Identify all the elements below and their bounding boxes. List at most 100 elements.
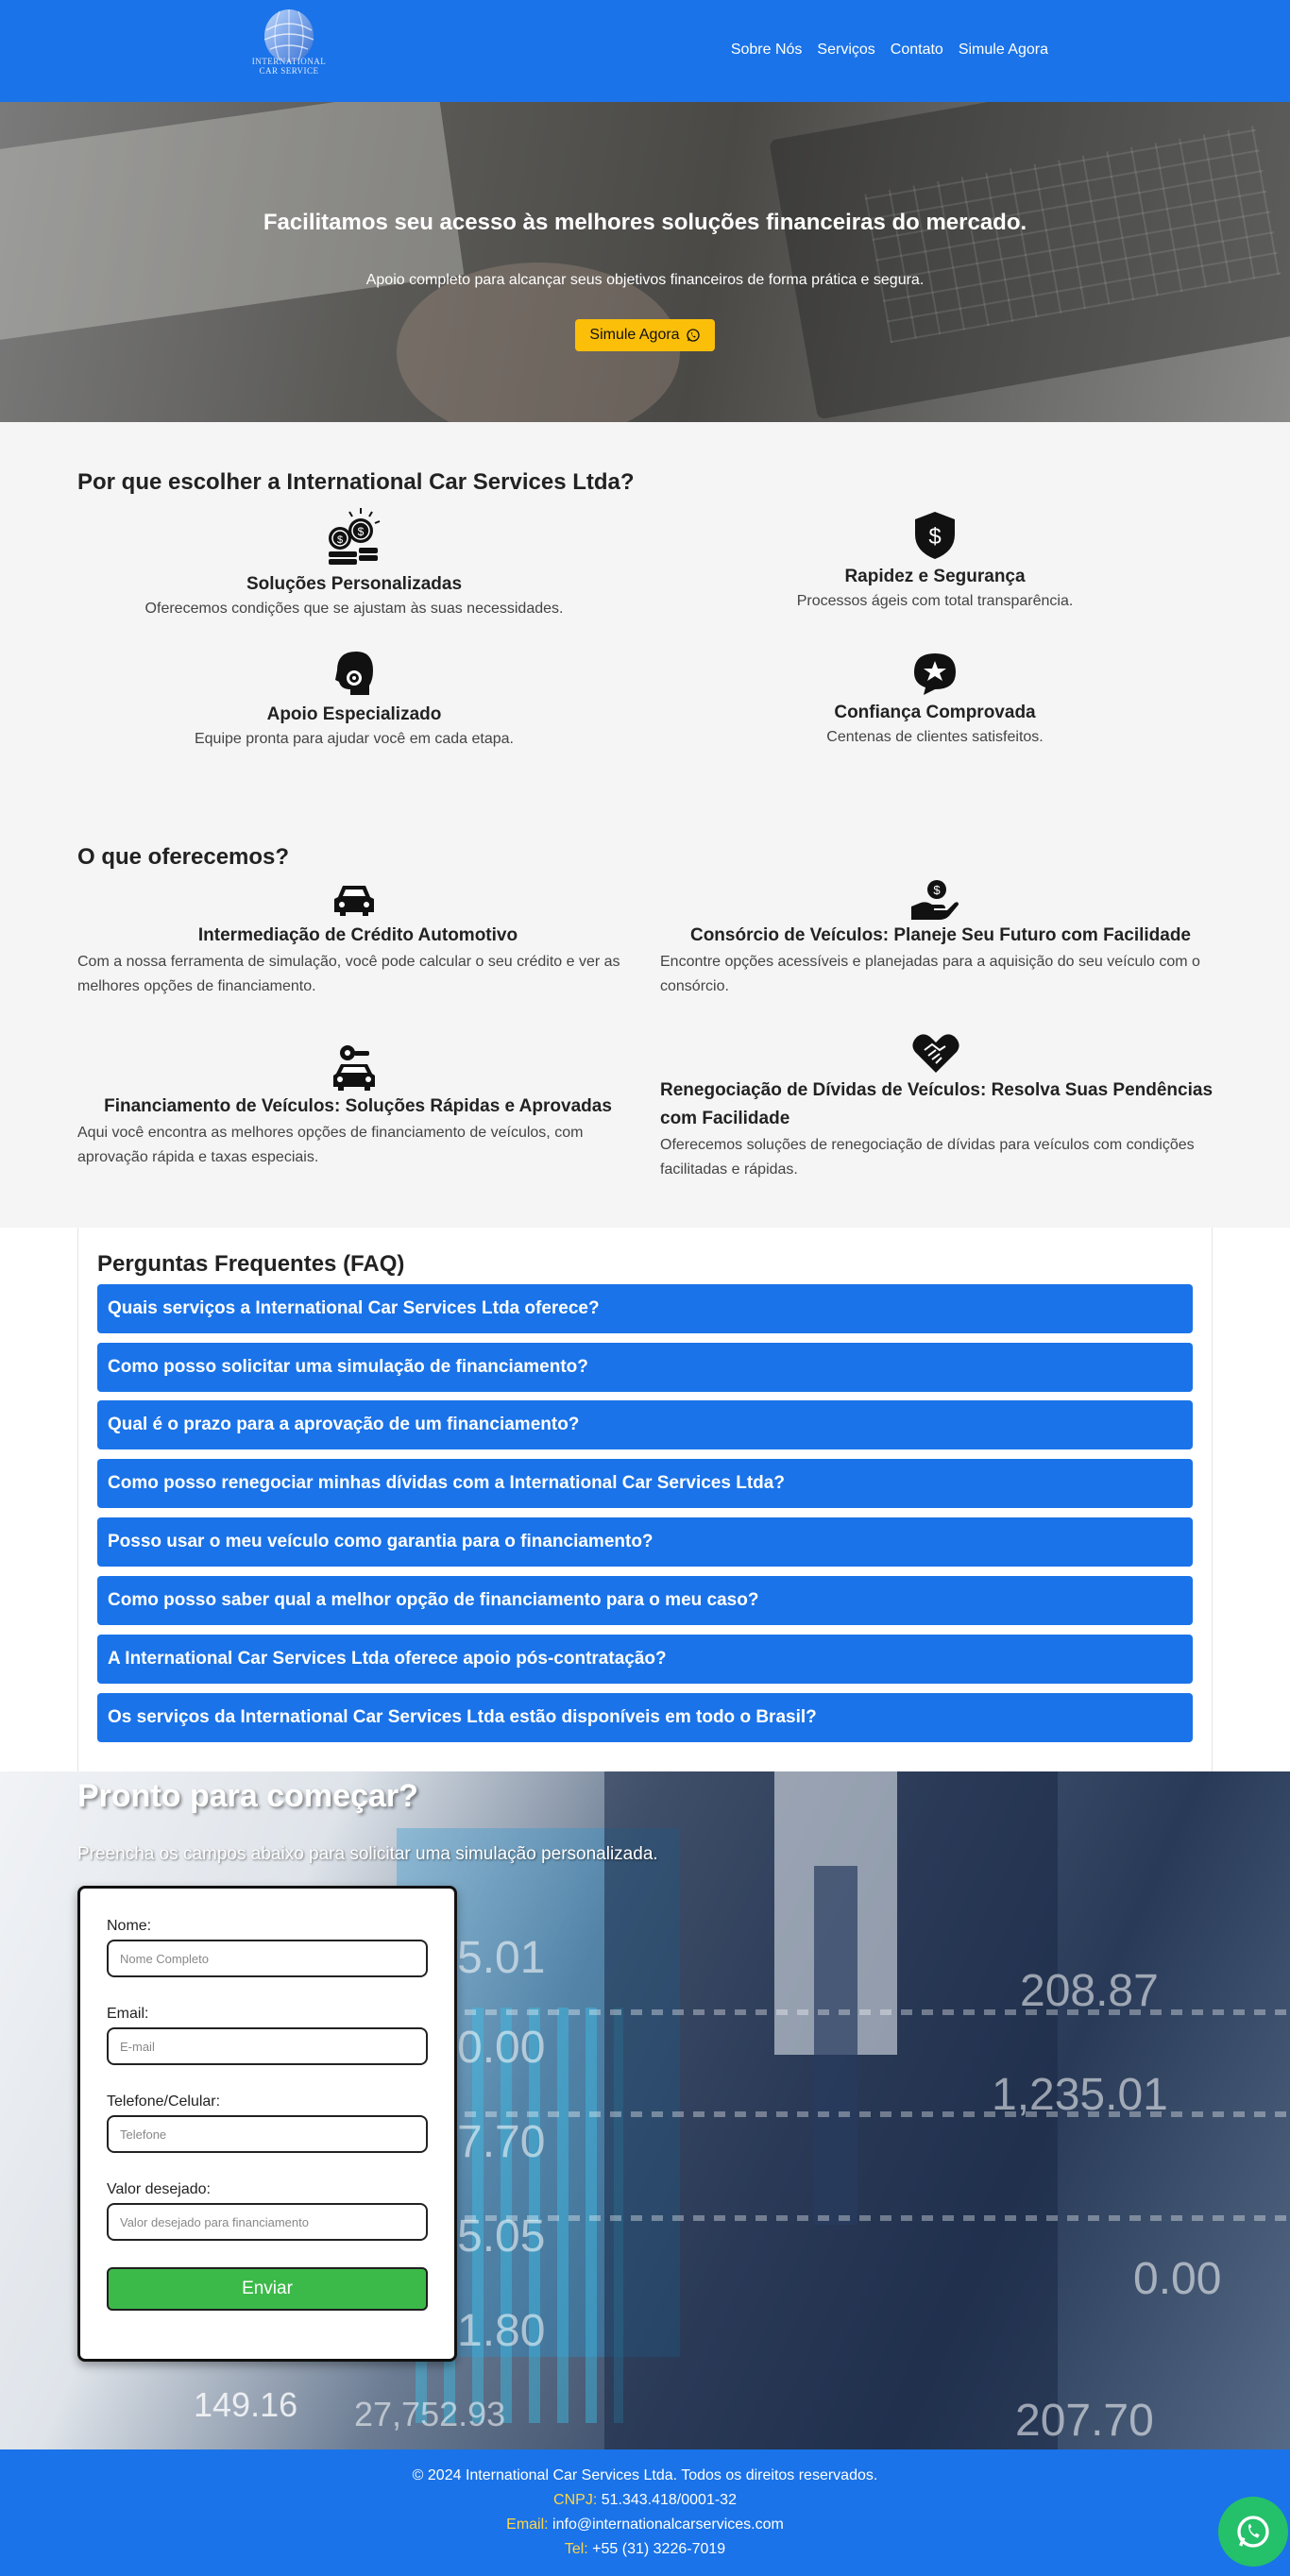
- submit-button[interactable]: Enviar: [107, 2267, 428, 2311]
- feature-card: $ Rapidez e Segurança Processos ágeis co…: [699, 510, 1171, 610]
- cnpj-value: 51.343.418/0001-32: [601, 2492, 737, 2508]
- feature-title: Confiança Comprovada: [834, 703, 1036, 722]
- faq-title: Perguntas Frequentes (FAQ): [97, 1251, 405, 1277]
- offer-title: Financiamento de Veículos: Soluções Rápi…: [104, 1096, 612, 1116]
- cta-bg-number: 207.70: [1015, 2396, 1154, 2446]
- hero-simulate-label: Simule Agora: [589, 327, 680, 343]
- name-label: Nome:: [107, 1918, 152, 1934]
- handshake-heart-icon: [912, 1034, 959, 1073]
- faq-question[interactable]: Como posso saber qual a melhor opção de …: [97, 1576, 1193, 1625]
- offer-title: Consórcio de Veículos: Planeje Seu Futur…: [689, 925, 1191, 945]
- cta-title: Pronto para começar?: [77, 1778, 418, 1814]
- faq-question[interactable]: Posso usar o meu veículo como garantia p…: [97, 1517, 1193, 1567]
- nav-sobre-nos[interactable]: Sobre Nós: [731, 42, 803, 59]
- feature-text: Centenas de clientes satisfeitos.: [826, 729, 1044, 745]
- shield-dollar-icon: $: [915, 512, 955, 559]
- offer-title: Intermediação de Crédito Automotivo: [197, 925, 518, 945]
- nav-servicos[interactable]: Serviços: [817, 42, 874, 59]
- feature-title: Soluções Personalizadas: [246, 574, 463, 594]
- offer-card: Intermediação de Crédito Automotivo Com …: [77, 882, 638, 999]
- cta-bg-number: 27,752.93: [354, 2395, 506, 2433]
- coins-icon: $ $: [329, 508, 381, 565]
- cta-bg-number: 7.70: [457, 2117, 546, 2167]
- feature-title: Apoio Especializado: [266, 704, 442, 724]
- offer-card: Renegociação de Dívidas de Veículos: Res…: [660, 1033, 1221, 1182]
- site-footer: © 2024 International Car Services Ltda. …: [0, 2449, 1290, 2576]
- cnpj-label: CNPJ:: [553, 2492, 598, 2508]
- email-value[interactable]: info@internationalcarservices.com: [552, 2517, 784, 2533]
- company-logo[interactable]: INTERNATIONAL CAR SERVICE: [242, 4, 336, 81]
- hero-subtitle: Apoio completo para alcançar seus objeti…: [365, 272, 925, 288]
- feature-text: Equipe pronta para ajudar você em cada e…: [194, 731, 514, 747]
- name-input[interactable]: [107, 1940, 428, 1977]
- faq-question[interactable]: Como posso renegociar minhas dívidas com…: [97, 1459, 1193, 1508]
- footer-email: Email: info@internationalcarservices.com: [0, 2517, 1290, 2534]
- cta-bg-number: 5.01: [457, 1933, 546, 1983]
- offer-card: Financiamento de Veículos: Soluções Rápi…: [77, 1043, 638, 1170]
- cta-bg-number: 208.87: [1020, 1966, 1159, 2016]
- offer-text: Encontre opções acessíveis e planejadas …: [660, 954, 1200, 994]
- star-badge-icon: [914, 653, 956, 695]
- why-section-title: Por que escolher a International Car Ser…: [77, 469, 635, 495]
- tel-label: Tel:: [564, 2541, 588, 2557]
- cta-bg-tie: [814, 1866, 857, 2225]
- cta-bg-number: 1,235.01: [992, 2070, 1168, 2120]
- faq-question[interactable]: Qual é o prazo para a aprovação de um fi…: [97, 1400, 1193, 1449]
- svg-text:$: $: [358, 525, 365, 538]
- logo-text-line2: CAR SERVICE: [259, 66, 319, 76]
- logo-text-line1: INTERNATIONAL: [251, 57, 327, 66]
- offer-text: Com a nossa ferramenta de simulação, voc…: [77, 954, 620, 994]
- feature-card: $ $ Soluções Personalizadas Oferecemos c…: [118, 506, 590, 618]
- hero-banner: Facilitamos seu acesso às melhores soluç…: [0, 102, 1290, 422]
- feature-text: Oferecemos condições que se ajustam às s…: [144, 601, 564, 617]
- hero-simulate-button[interactable]: Simule Agora: [575, 319, 715, 351]
- phone-input[interactable]: [107, 2115, 428, 2153]
- cta-subtitle: Preencha os campos abaixo para solicitar…: [77, 1844, 658, 1864]
- offers-section-title: O que oferecemos?: [77, 844, 290, 870]
- whatsapp-float-button[interactable]: [1218, 2497, 1288, 2567]
- site-header: INTERNATIONAL CAR SERVICE Sobre Nós Serv…: [0, 0, 1290, 102]
- hero-title: Facilitamos seu acesso às melhores soluç…: [263, 210, 1027, 235]
- offer-card: $ Consórcio de Veículos: Planeje Seu Fut…: [660, 878, 1221, 999]
- faq-question[interactable]: A International Car Services Ltda oferec…: [97, 1635, 1193, 1684]
- whatsapp-icon: [1237, 2516, 1269, 2548]
- email-label-footer: Email:: [506, 2517, 549, 2533]
- tel-value[interactable]: +55 (31) 3226-7019: [592, 2541, 725, 2557]
- nav-contato[interactable]: Contato: [891, 42, 943, 59]
- feature-card: Apoio Especializado Equipe pronta para a…: [118, 648, 590, 748]
- car-key-icon: [333, 1045, 375, 1091]
- footer-cnpj: CNPJ: 51.343.418/0001-32: [0, 2492, 1290, 2509]
- svg-text:$: $: [928, 524, 941, 550]
- feature-text: Processos ágeis com total transparência.: [796, 593, 1074, 609]
- cta-bg-number: 0.00: [457, 2023, 546, 2073]
- svg-text:$: $: [337, 534, 343, 546]
- phone-label: Telefone/Celular:: [107, 2093, 221, 2110]
- faq-question[interactable]: Como posso solicitar uma simulação de fi…: [97, 1343, 1193, 1392]
- svg-text:$: $: [933, 883, 941, 897]
- headset-icon: [335, 652, 373, 695]
- car-icon: [334, 886, 374, 916]
- cta-bg-number: 149.16: [194, 2385, 298, 2424]
- cta-bg-number: 5.05: [457, 2212, 546, 2262]
- cta-bg-number: 1.80: [457, 2306, 546, 2356]
- faq-question[interactable]: Os serviços da International Car Service…: [97, 1693, 1193, 1742]
- value-input[interactable]: [107, 2203, 428, 2241]
- feature-title: Rapidez e Segurança: [844, 567, 1026, 586]
- cta-bg-dash: [444, 2215, 1290, 2221]
- whatsapp-icon: [686, 329, 700, 342]
- footer-tel: Tel: +55 (31) 3226-7019: [0, 2541, 1290, 2558]
- main-nav: Sobre Nós Serviços Contato Simule Agora: [731, 42, 1048, 59]
- cta-bg-number: 0.00: [1133, 2254, 1222, 2304]
- hand-coin-icon: $: [911, 880, 959, 920]
- cta-bg-dash: [444, 2009, 1290, 2015]
- footer-copyright: © 2024 International Car Services Ltda. …: [412, 2467, 878, 2483]
- email-input[interactable]: [107, 2027, 428, 2065]
- value-label: Valor desejado:: [107, 2181, 211, 2197]
- nav-simule-agora[interactable]: Simule Agora: [959, 42, 1048, 59]
- email-label: Email:: [107, 2006, 149, 2022]
- feature-card: Confiança Comprovada Centenas de cliente…: [699, 652, 1171, 746]
- faq-question[interactable]: Quais serviços a International Car Servi…: [97, 1284, 1193, 1333]
- offer-text: Aqui você encontra as melhores opções de…: [77, 1125, 584, 1165]
- offer-title: Renegociação de Dívidas de Veículos: Res…: [660, 1080, 1214, 1128]
- offer-text: Oferecemos soluções de renegociação de d…: [660, 1137, 1195, 1178]
